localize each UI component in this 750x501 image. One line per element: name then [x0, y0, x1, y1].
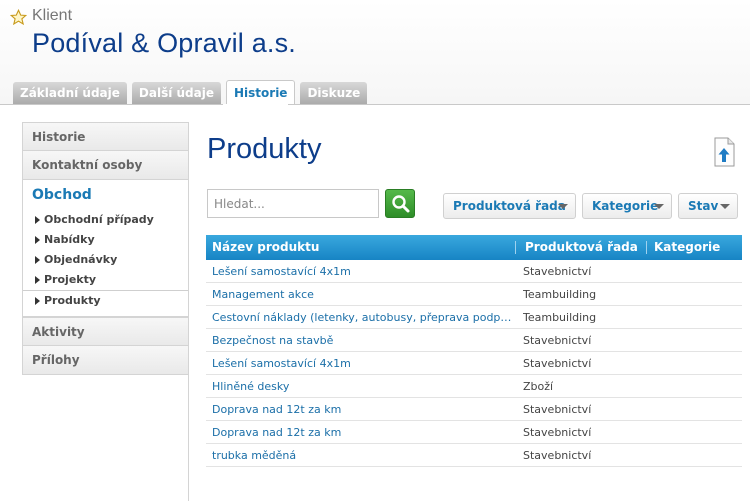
table-row[interactable]: Lešení samostavící 4x1m Stavebnictví	[206, 260, 742, 283]
sidebar-subitem-products[interactable]: Produkty	[23, 290, 189, 310]
product-name-link[interactable]: Doprava nad 12t za km	[212, 398, 512, 421]
magnifier-icon	[392, 195, 410, 213]
table-row[interactable]: Lešení samostavící 4x1m Stavebnictví	[206, 352, 742, 375]
table-header: Název produktu Produktová řada Kategorie	[206, 235, 742, 260]
sidebar-item-activities[interactable]: Aktivity	[22, 317, 189, 346]
company-name: Podíval & Opravil a.s.	[32, 28, 297, 58]
table-row[interactable]: Hliněné desky Zboží	[206, 375, 742, 398]
product-line-cell: Stavebnictví	[523, 403, 592, 416]
sidebar: Historie Kontaktní osoby Obchod Obchodní…	[22, 122, 189, 375]
product-name-link[interactable]: Cestovní náklady (letenky, autobusy, pře…	[212, 306, 512, 329]
product-line-cell: Stavebnictví	[523, 426, 592, 439]
page-title: Produkty	[207, 133, 322, 165]
column-header-product-line[interactable]: Produktová řada	[525, 235, 638, 260]
tab-more-info[interactable]: Další údaje	[131, 82, 221, 105]
product-name-link[interactable]: Bezpečnost na stavbě	[212, 329, 512, 352]
chevron-down-icon	[720, 204, 730, 209]
product-line-cell: Teambuilding	[523, 288, 597, 301]
product-name-link[interactable]: Hliněné desky	[212, 375, 512, 398]
bullet-arrow-icon	[35, 297, 40, 305]
product-line-cell: Zboží	[523, 380, 554, 393]
tab-basic-info[interactable]: Základní údaje	[13, 82, 127, 105]
filter-product-line[interactable]: Produktová řada	[443, 193, 576, 219]
product-name-link[interactable]: Doprava nad 12t za km	[212, 421, 512, 444]
product-name-link[interactable]: Management akce	[212, 283, 512, 306]
bullet-arrow-icon	[35, 276, 40, 284]
sidebar-item-history[interactable]: Historie	[22, 122, 189, 151]
product-line-cell: Stavebnictví	[523, 334, 592, 347]
table-body: Lešení samostavící 4x1m Stavebnictví Manag…	[206, 260, 742, 467]
sidebar-item-contacts[interactable]: Kontaktní osoby	[22, 151, 189, 180]
sidebar-divider	[188, 122, 189, 501]
filter-category[interactable]: Kategorie	[582, 193, 672, 219]
table-row[interactable]: Doprava nad 12t za km Stavebnictví	[206, 398, 742, 421]
bullet-arrow-icon	[35, 216, 40, 224]
sidebar-section-title[interactable]: Obchod	[23, 180, 189, 210]
sidebar-item-attachments[interactable]: Přílohy	[22, 346, 189, 375]
table-row[interactable]: Cestovní náklady (letenky, autobusy, pře…	[206, 306, 742, 329]
tab-history[interactable]: Historie	[226, 80, 296, 105]
product-name-link[interactable]: trubka měděná	[212, 444, 512, 467]
product-name-link[interactable]: Lešení samostavící 4x1m	[212, 352, 512, 375]
star-icon[interactable]	[10, 9, 27, 26]
filter-status[interactable]: Stav	[678, 193, 738, 219]
bullet-arrow-icon	[35, 236, 40, 244]
chevron-down-icon	[558, 204, 568, 209]
search-button[interactable]	[385, 189, 415, 218]
column-header-category[interactable]: Kategorie	[654, 235, 720, 260]
product-line-cell: Teambuilding	[523, 311, 597, 324]
product-name-link[interactable]: Lešení samostavící 4x1m	[212, 260, 512, 283]
search-input[interactable]	[207, 189, 379, 218]
table-row[interactable]: trubka měděná Stavebnictví	[206, 444, 742, 467]
sidebar-section-business: Obchod Obchodní případy Nabídky Objednáv…	[22, 180, 189, 317]
table-row[interactable]: Bezpečnost na stavbě Stavebnictví	[206, 329, 742, 352]
sidebar-subitem-orders[interactable]: Objednávky	[23, 250, 189, 270]
table-row[interactable]: Doprava nad 12t za km Stavebnictví	[206, 421, 742, 444]
table-row[interactable]: Management akce Teambuilding	[206, 283, 742, 306]
export-icon[interactable]	[712, 137, 736, 167]
product-line-cell: Stavebnictví	[523, 265, 592, 278]
sidebar-subitem-offers[interactable]: Nabídky	[23, 230, 189, 250]
sidebar-subitem-projects[interactable]: Projekty	[23, 270, 189, 290]
tab-bar: Základní údaje Další údaje Historie Disk…	[13, 80, 368, 105]
products-table: Název produktu Produktová řada Kategorie…	[206, 235, 742, 467]
tab-divider	[0, 104, 750, 105]
sidebar-subitem-deals[interactable]: Obchodní případy	[23, 210, 189, 230]
chevron-down-icon	[654, 204, 664, 209]
bullet-arrow-icon	[35, 256, 40, 264]
product-line-cell: Stavebnictví	[523, 357, 592, 370]
product-line-cell: Stavebnictví	[523, 449, 592, 462]
entity-type-label: Klient	[32, 7, 73, 24]
column-header-name[interactable]: Název produktu	[212, 235, 319, 260]
tab-discussion[interactable]: Diskuze	[300, 82, 368, 105]
